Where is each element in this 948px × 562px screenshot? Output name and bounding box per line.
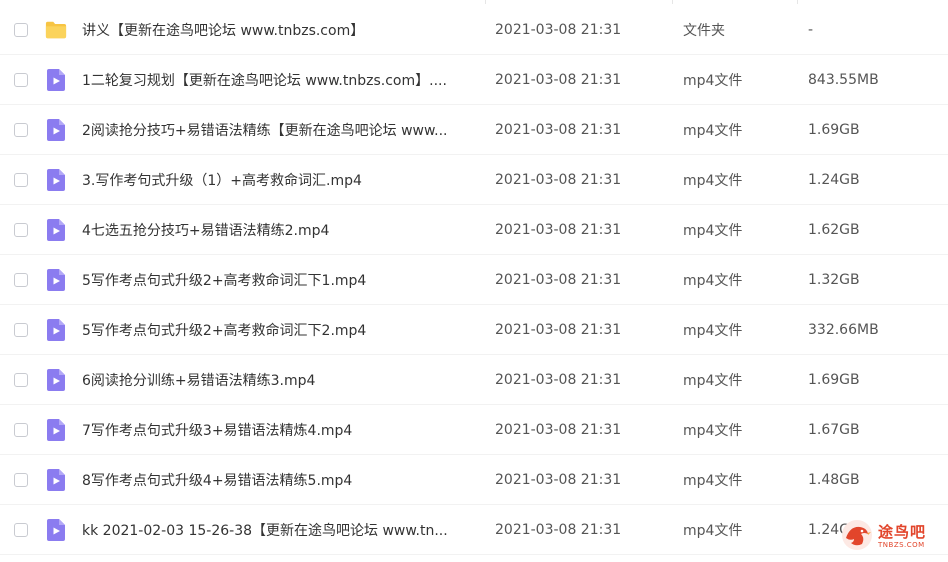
file-size: 332.66MB	[808, 321, 879, 338]
file-size: 1.32GB	[808, 271, 860, 288]
file-name[interactable]: 讲义【更新在途鸟吧论坛 www.tnbzs.com】	[82, 20, 474, 40]
file-row[interactable]: 3.写作考句式升级（1）+高考救命词汇.mp4 2021-03-08 21:31…	[0, 155, 948, 205]
column-divider	[672, 0, 673, 4]
watermark-text: 途鸟吧 TNBZS.COM	[878, 525, 926, 549]
video-file-icon	[45, 218, 67, 242]
video-file-icon	[45, 268, 67, 292]
modified-time: 2021-03-08 21:31	[495, 271, 622, 288]
file-row[interactable]: 6阅读抢分训练+易错语法精练3.mp4 2021-03-08 21:31 mp4…	[0, 355, 948, 405]
video-file-icon	[45, 68, 67, 92]
row-checkbox[interactable]	[14, 472, 28, 487]
row-checkbox[interactable]	[14, 372, 28, 387]
file-row[interactable]: 7写作考点句式升级3+易错语法精炼4.mp4 2021-03-08 21:31 …	[0, 405, 948, 455]
file-name[interactable]: 5写作考点句式升级2+高考救命词汇下2.mp4	[82, 320, 474, 340]
file-type: mp4文件	[683, 222, 743, 239]
modified-time: 2021-03-08 21:31	[495, 121, 622, 138]
file-row[interactable]: 1二轮复习规划【更新在途鸟吧论坛 www.tnbzs.com】.... 2021…	[0, 55, 948, 105]
file-row[interactable]: 2阅读抢分技巧+易错语法精练【更新在途鸟吧论坛 www... 2021-03-0…	[0, 105, 948, 155]
file-name[interactable]: 1二轮复习规划【更新在途鸟吧论坛 www.tnbzs.com】....	[82, 70, 474, 90]
column-divider	[797, 0, 798, 4]
file-type: 文件夹	[683, 22, 725, 39]
watermark-title: 途鸟吧	[878, 523, 927, 541]
modified-time: 2021-03-08 21:31	[495, 371, 622, 388]
folder-icon	[45, 18, 67, 42]
file-size: 1.48GB	[808, 471, 860, 488]
file-row[interactable]: 5写作考点句式升级2+高考救命词汇下2.mp4 2021-03-08 21:31…	[0, 305, 948, 355]
site-watermark: 途鸟吧 TNBZS.COM	[840, 516, 944, 558]
video-file-icon	[45, 368, 67, 392]
modified-time: 2021-03-08 21:31	[495, 471, 622, 488]
file-row[interactable]: 讲义【更新在途鸟吧论坛 www.tnbzs.com】 2021-03-08 21…	[0, 5, 948, 55]
file-type: mp4文件	[683, 272, 743, 289]
file-type: mp4文件	[683, 322, 743, 339]
file-type: mp4文件	[683, 522, 743, 539]
video-file-icon	[45, 418, 67, 442]
file-name[interactable]: 4七选五抢分技巧+易错语法精练2.mp4	[82, 220, 474, 240]
row-checkbox[interactable]	[14, 22, 28, 37]
file-name[interactable]: 5写作考点句式升级2+高考救命词汇下1.mp4	[82, 270, 474, 290]
modified-time: 2021-03-08 21:31	[495, 71, 622, 88]
watermark-domain: TNBZS.COM	[878, 541, 925, 549]
file-type: mp4文件	[683, 72, 743, 89]
modified-time: 2021-03-08 21:31	[495, 221, 622, 238]
file-name[interactable]: 3.写作考句式升级（1）+高考救命词汇.mp4	[82, 170, 474, 190]
row-checkbox[interactable]	[14, 322, 28, 337]
file-size: 1.67GB	[808, 421, 860, 438]
row-checkbox[interactable]	[14, 522, 28, 537]
file-size: 1.24GB	[808, 171, 860, 188]
file-list: 讲义【更新在途鸟吧论坛 www.tnbzs.com】 2021-03-08 21…	[0, 0, 948, 562]
modified-time: 2021-03-08 21:31	[495, 171, 622, 188]
row-checkbox[interactable]	[14, 272, 28, 287]
file-size: 843.55MB	[808, 71, 879, 88]
file-name[interactable]: kk 2021-02-03 15-26-38【更新在途鸟吧论坛 www.tn..…	[82, 520, 474, 540]
file-row[interactable]: kk 2021-02-03 15-26-38【更新在途鸟吧论坛 www.tn..…	[0, 505, 948, 555]
file-type: mp4文件	[683, 472, 743, 489]
video-file-icon	[45, 168, 67, 192]
file-size: 1.69GB	[808, 371, 860, 388]
file-row[interactable]: 5写作考点句式升级2+高考救命词汇下1.mp4 2021-03-08 21:31…	[0, 255, 948, 305]
row-checkbox[interactable]	[14, 222, 28, 237]
file-row[interactable]: 4七选五抢分技巧+易错语法精练2.mp4 2021-03-08 21:31 mp…	[0, 205, 948, 255]
file-type: mp4文件	[683, 122, 743, 139]
video-file-icon	[45, 318, 67, 342]
file-name[interactable]: 6阅读抢分训练+易错语法精练3.mp4	[82, 370, 474, 390]
row-checkbox[interactable]	[14, 122, 28, 137]
bird-logo-icon	[840, 518, 874, 556]
row-checkbox[interactable]	[14, 422, 28, 437]
file-name[interactable]: 7写作考点句式升级3+易错语法精炼4.mp4	[82, 420, 474, 440]
file-size: 1.69GB	[808, 121, 860, 138]
row-checkbox[interactable]	[14, 72, 28, 87]
file-size: -	[808, 21, 814, 38]
modified-time: 2021-03-08 21:31	[495, 421, 622, 438]
modified-time: 2021-03-08 21:31	[495, 21, 622, 38]
video-file-icon	[45, 118, 67, 142]
video-file-icon	[45, 518, 67, 542]
file-type: mp4文件	[683, 372, 743, 389]
file-row[interactable]: 8写作考点句式升级4+易错语法精练5.mp4 2021-03-08 21:31 …	[0, 455, 948, 505]
file-type: mp4文件	[683, 422, 743, 439]
modified-time: 2021-03-08 21:31	[495, 321, 622, 338]
file-name[interactable]: 2阅读抢分技巧+易错语法精练【更新在途鸟吧论坛 www...	[82, 120, 474, 140]
file-size: 1.62GB	[808, 221, 860, 238]
row-checkbox[interactable]	[14, 172, 28, 187]
file-type: mp4文件	[683, 172, 743, 189]
video-file-icon	[45, 468, 67, 492]
modified-time: 2021-03-08 21:31	[495, 521, 622, 538]
file-name[interactable]: 8写作考点句式升级4+易错语法精练5.mp4	[82, 470, 474, 490]
column-divider	[485, 0, 486, 4]
